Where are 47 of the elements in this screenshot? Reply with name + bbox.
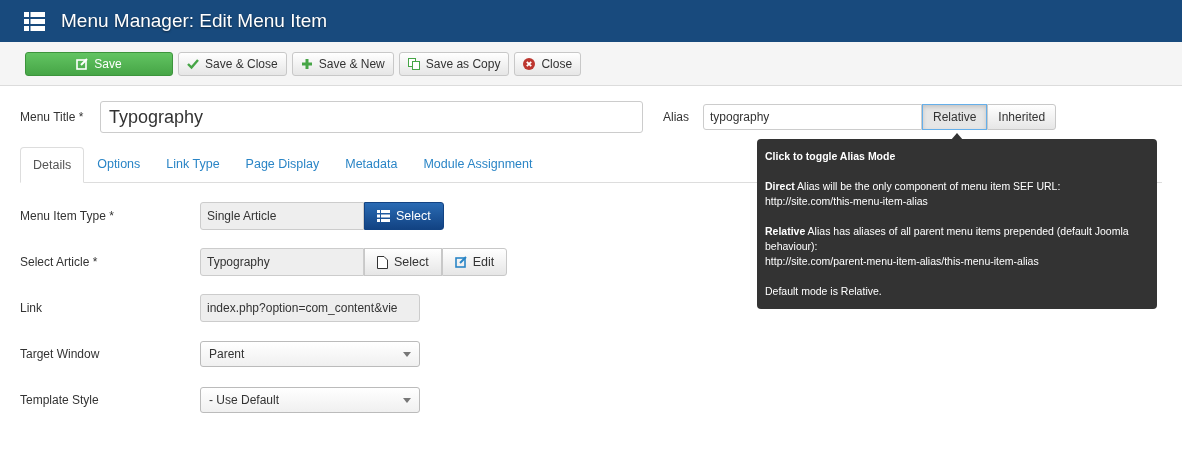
dropdown[interactable]: - Use Default [200, 387, 420, 413]
readonly-field: Typography [200, 248, 364, 276]
tab[interactable]: Metadata [332, 146, 411, 182]
tooltip-text: Direct Alias will be the only component of menu item SEF URL: [765, 179, 1062, 194]
toolbar-button[interactable]: Save & Close [178, 51, 287, 76]
field-label: Link [20, 300, 43, 317]
file-icon [377, 255, 388, 269]
alias-mode-button[interactable]: Relative [922, 104, 988, 130]
dropdown[interactable]: Parent [200, 341, 420, 367]
toolbar-button[interactable]: Save & New [291, 51, 394, 76]
copy-icon [407, 57, 420, 70]
tab[interactable]: Page Display [232, 146, 333, 182]
field-label: Select Article * [20, 254, 99, 271]
link-field: index.php?option=com_content&vie [200, 294, 420, 322]
page-title: Menu Manager: Edit Menu Item [61, 8, 328, 33]
field-button[interactable]: Edit [441, 248, 508, 276]
close-icon [523, 57, 536, 70]
edit-icon [454, 256, 467, 268]
field-button[interactable]: Select [364, 248, 442, 276]
alias-field[interactable]: typography [703, 104, 922, 130]
tooltip-text: http://site.com/this-menu-item-alias [765, 194, 929, 209]
plus-icon [300, 57, 313, 70]
caret-icon [403, 351, 411, 357]
field-label: Menu Item Type * [20, 208, 115, 225]
caret-icon [403, 397, 411, 403]
tooltip-text: http://site.com/parent-menu-item-alias/this-menu-item-alias [765, 254, 1040, 269]
field-label: Target Window [20, 346, 101, 363]
tooltip-text: Relative Alias has aliases of all parent menu items prepended (default Joomla behaviour): [765, 224, 1130, 254]
tab[interactable]: Link Type [153, 146, 233, 182]
toolbar-button[interactable]: Save as Copy [398, 51, 510, 76]
readonly-field: Single Article [200, 202, 364, 230]
tab[interactable]: Module Assignment [410, 146, 546, 182]
list-icon [377, 210, 390, 222]
field-label: Menu Title * [20, 109, 85, 126]
tab[interactable]: Options [84, 146, 154, 182]
tab[interactable]: Details [20, 147, 85, 183]
field-label: Template Style [20, 392, 100, 409]
field-label: Alias [663, 109, 690, 126]
alias-mode-button[interactable]: Inherited [987, 104, 1057, 130]
field-button[interactable]: Select [364, 202, 444, 230]
tooltip-text: Default mode is Relative. [765, 284, 883, 299]
edit-icon [76, 57, 89, 70]
tooltip-title: Click to toggle Alias Mode [765, 149, 897, 164]
title-field[interactable]: Typography [100, 101, 643, 133]
menu-icon [24, 11, 45, 31]
check-icon [187, 57, 199, 70]
toolbar-button[interactable]: Close [514, 51, 582, 76]
